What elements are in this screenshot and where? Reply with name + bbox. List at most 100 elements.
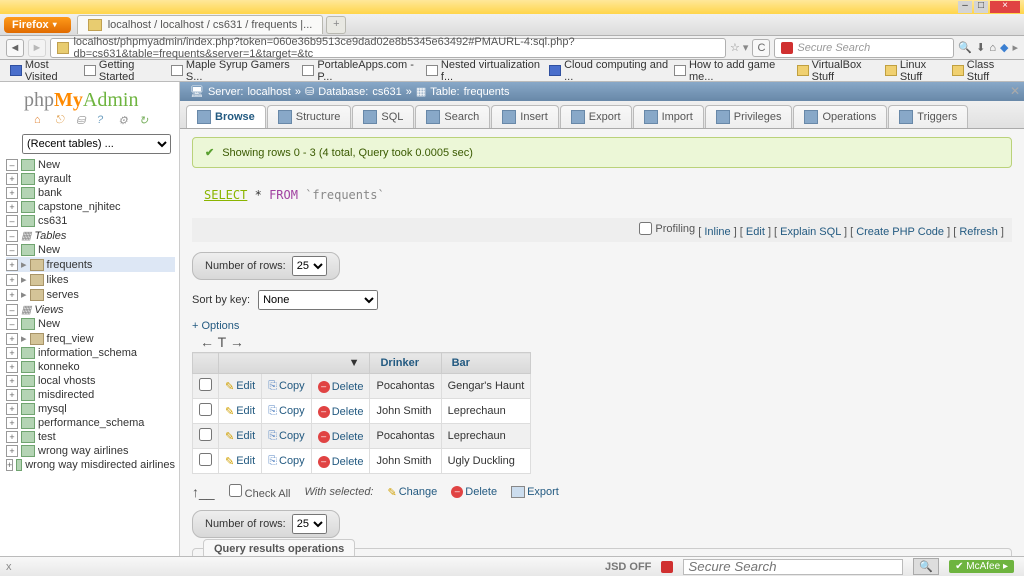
- tree-tables[interactable]: –▦ Tables: [6, 228, 175, 243]
- tree-db[interactable]: +capstone_njhitec: [6, 200, 175, 214]
- bookmark-item[interactable]: Maple Syrup Gamers S...: [171, 59, 296, 83]
- tab-operations[interactable]: Operations: [793, 105, 887, 128]
- check-all[interactable]: Check All: [229, 484, 291, 500]
- reload-button[interactable]: C: [752, 39, 770, 57]
- back-button[interactable]: ◄: [6, 39, 24, 57]
- bookmark-item[interactable]: PortableApps.com - P...: [302, 59, 420, 83]
- tree-db[interactable]: +local vhosts: [6, 374, 175, 388]
- row-delete[interactable]: – Delete: [318, 406, 364, 418]
- row-checkbox[interactable]: [199, 453, 212, 466]
- options-toggle[interactable]: + Options: [192, 320, 1012, 332]
- tab-export[interactable]: Export: [560, 105, 632, 128]
- tree-table-frequents[interactable]: +▸frequents: [6, 257, 175, 272]
- settings-icon[interactable]: ⚙: [118, 114, 132, 128]
- hide-breadcrumb[interactable]: ✕: [1010, 84, 1020, 98]
- breadcrumb-table[interactable]: frequents: [464, 86, 510, 98]
- tree-db[interactable]: +misdirected: [6, 388, 175, 402]
- browser-tab[interactable]: localhost / localhost / cs631 / frequent…: [77, 15, 324, 34]
- minimize-button[interactable]: –: [958, 1, 972, 13]
- breadcrumb-db[interactable]: cs631: [372, 86, 401, 98]
- tree-view-freq[interactable]: +▸freq_view: [6, 331, 175, 346]
- breadcrumb-server[interactable]: localhost: [247, 86, 290, 98]
- row-delete[interactable]: – Delete: [318, 381, 364, 393]
- tab-privileges[interactable]: Privileges: [705, 105, 793, 128]
- sort-select[interactable]: None: [258, 290, 378, 310]
- home-icon[interactable]: ⌂: [34, 114, 48, 128]
- tree-db[interactable]: +konneko: [6, 360, 175, 374]
- docs-icon[interactable]: ?: [97, 114, 111, 128]
- profiling-checkbox[interactable]: Profiling: [639, 222, 695, 235]
- bookmark-item[interactable]: Cloud computing and ...: [549, 59, 668, 83]
- tree-view-new[interactable]: –New: [6, 317, 175, 331]
- home-icon[interactable]: ⌂: [989, 42, 996, 54]
- mcafee-badge[interactable]: ✔ McAfee ▸: [949, 560, 1014, 573]
- bulk-export[interactable]: Export: [511, 486, 559, 498]
- row-delete[interactable]: – Delete: [318, 431, 364, 443]
- row-copy[interactable]: ⎘ Copy: [268, 455, 305, 468]
- row-edit[interactable]: ✎ Edit: [225, 430, 255, 443]
- bookmark-item[interactable]: Getting Started: [84, 59, 165, 83]
- url-bar[interactable]: localhost/phpmyadmin/index.php?token=060…: [50, 38, 726, 58]
- row-edit[interactable]: ✎ Edit: [225, 455, 255, 468]
- close-button[interactable]: ×: [990, 1, 1020, 13]
- row-checkbox[interactable]: [199, 403, 212, 416]
- firefox-menu-button[interactable]: Firefox ▾: [4, 17, 71, 33]
- tree-new[interactable]: –New: [6, 158, 175, 172]
- maximize-button[interactable]: □: [974, 1, 988, 13]
- bulk-change[interactable]: ✎ Change: [388, 486, 438, 499]
- tree-db[interactable]: +ayrault: [6, 172, 175, 186]
- tree-views[interactable]: –▦ Views: [6, 302, 175, 317]
- status-search[interactable]: [683, 559, 903, 575]
- row-edit[interactable]: ✎ Edit: [225, 380, 255, 393]
- tree-db[interactable]: +wrong way misdirected airlines: [6, 458, 175, 472]
- tree-db[interactable]: +mysql: [6, 402, 175, 416]
- num-rows-select-bottom[interactable]: 25: [292, 514, 327, 534]
- bookmark-item[interactable]: Class Stuff: [952, 59, 1014, 83]
- bookmark-item[interactable]: Most Visited: [10, 59, 78, 83]
- bulk-delete[interactable]: – Delete: [451, 486, 497, 498]
- download-icon[interactable]: ⬇: [976, 41, 985, 54]
- tab-structure[interactable]: Structure: [267, 105, 352, 128]
- sort-direction-icons[interactable]: ← T →: [192, 332, 1012, 352]
- bookmark-item[interactable]: How to add game me...: [674, 59, 791, 83]
- logout-icon[interactable]: ⎋: [55, 114, 69, 128]
- tab-browse[interactable]: Browse: [186, 105, 266, 128]
- recent-tables-select[interactable]: (Recent tables) ...: [22, 134, 171, 154]
- tree-db[interactable]: +information_schema: [6, 346, 175, 360]
- tab-sql[interactable]: SQL: [352, 105, 414, 128]
- bookmark-item[interactable]: Nested virtualization f...: [426, 59, 543, 83]
- browser-search[interactable]: Secure Search: [774, 38, 954, 58]
- tree-table-new[interactable]: –New: [6, 243, 175, 257]
- row-delete[interactable]: – Delete: [318, 456, 364, 468]
- tree-db[interactable]: +bank: [6, 186, 175, 200]
- row-edit[interactable]: ✎ Edit: [225, 405, 255, 418]
- tree-table-likes[interactable]: +▸likes: [6, 272, 175, 287]
- play-icon[interactable]: ▸: [1012, 41, 1018, 54]
- row-copy[interactable]: ⎘ Copy: [268, 405, 305, 418]
- tree-db[interactable]: +wrong way airlines: [6, 444, 175, 458]
- status-x[interactable]: x: [6, 561, 12, 573]
- tab-triggers[interactable]: Triggers: [888, 105, 968, 128]
- row-copy[interactable]: ⎘ Copy: [268, 380, 305, 393]
- tree-db[interactable]: +test: [6, 430, 175, 444]
- explain-link[interactable]: Explain SQL: [780, 226, 841, 238]
- tab-search[interactable]: Search: [415, 105, 490, 128]
- search-go[interactable]: 🔍: [913, 558, 939, 575]
- forward-button[interactable]: ►: [28, 39, 46, 57]
- row-checkbox[interactable]: [199, 378, 212, 391]
- new-tab-button[interactable]: +: [326, 16, 346, 34]
- tree-db-cs631[interactable]: –cs631: [6, 214, 175, 228]
- sql-icon[interactable]: ⛁: [76, 114, 90, 128]
- row-checkbox[interactable]: [199, 428, 212, 441]
- refresh-link[interactable]: Refresh: [959, 226, 998, 238]
- bookmark-item[interactable]: VirtualBox Stuff: [797, 59, 879, 83]
- row-copy[interactable]: ⎘ Copy: [268, 430, 305, 443]
- tree-table-serves[interactable]: +▸serves: [6, 287, 175, 302]
- share-icon[interactable]: ◆: [1000, 41, 1008, 54]
- reload-icon[interactable]: ↻: [139, 114, 153, 128]
- inline-link[interactable]: Inline: [704, 226, 730, 238]
- tab-import[interactable]: Import: [633, 105, 704, 128]
- num-rows-select[interactable]: 25: [292, 256, 327, 276]
- tab-insert[interactable]: Insert: [491, 105, 559, 128]
- tree-db[interactable]: +performance_schema: [6, 416, 175, 430]
